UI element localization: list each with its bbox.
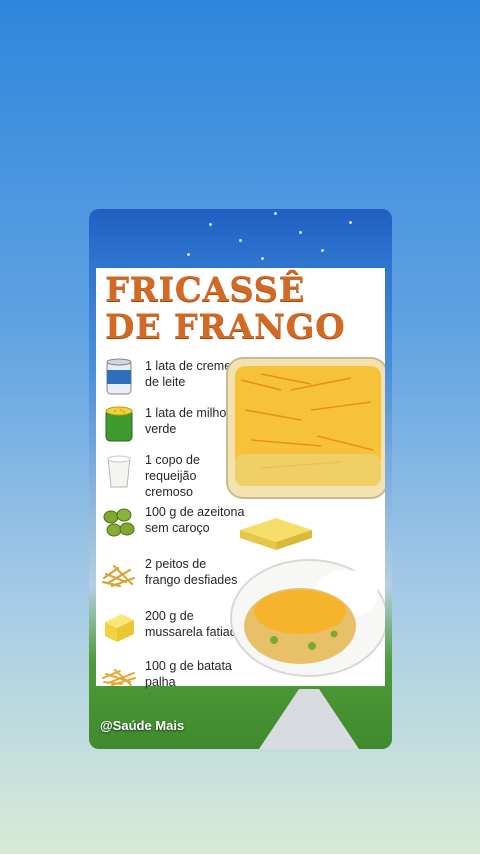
recipe-title: FRICASSÊ DE FRANGO [105, 270, 346, 347]
potato-sticks-icon [102, 669, 136, 686]
post-card[interactable]: FRICASSÊ DE FRANGO 1 lata de creme de le… [89, 209, 392, 749]
cream-can-icon [106, 358, 132, 395]
baking-dish-photo [226, 357, 385, 499]
cream-cheese-cup-icon [107, 455, 131, 488]
road-background [259, 689, 359, 749]
olives-icon [103, 508, 135, 537]
cheese-slices-photo [240, 518, 312, 550]
cheese-block-icon [105, 614, 134, 642]
recipe-panel: FRICASSÊ DE FRANGO 1 lata de creme de le… [96, 268, 385, 689]
shredded-chicken-icon [101, 564, 136, 588]
author-handle[interactable]: @Saúde Mais [100, 718, 184, 733]
corn-can-icon [105, 406, 133, 442]
plated-dish-photo [230, 559, 385, 677]
